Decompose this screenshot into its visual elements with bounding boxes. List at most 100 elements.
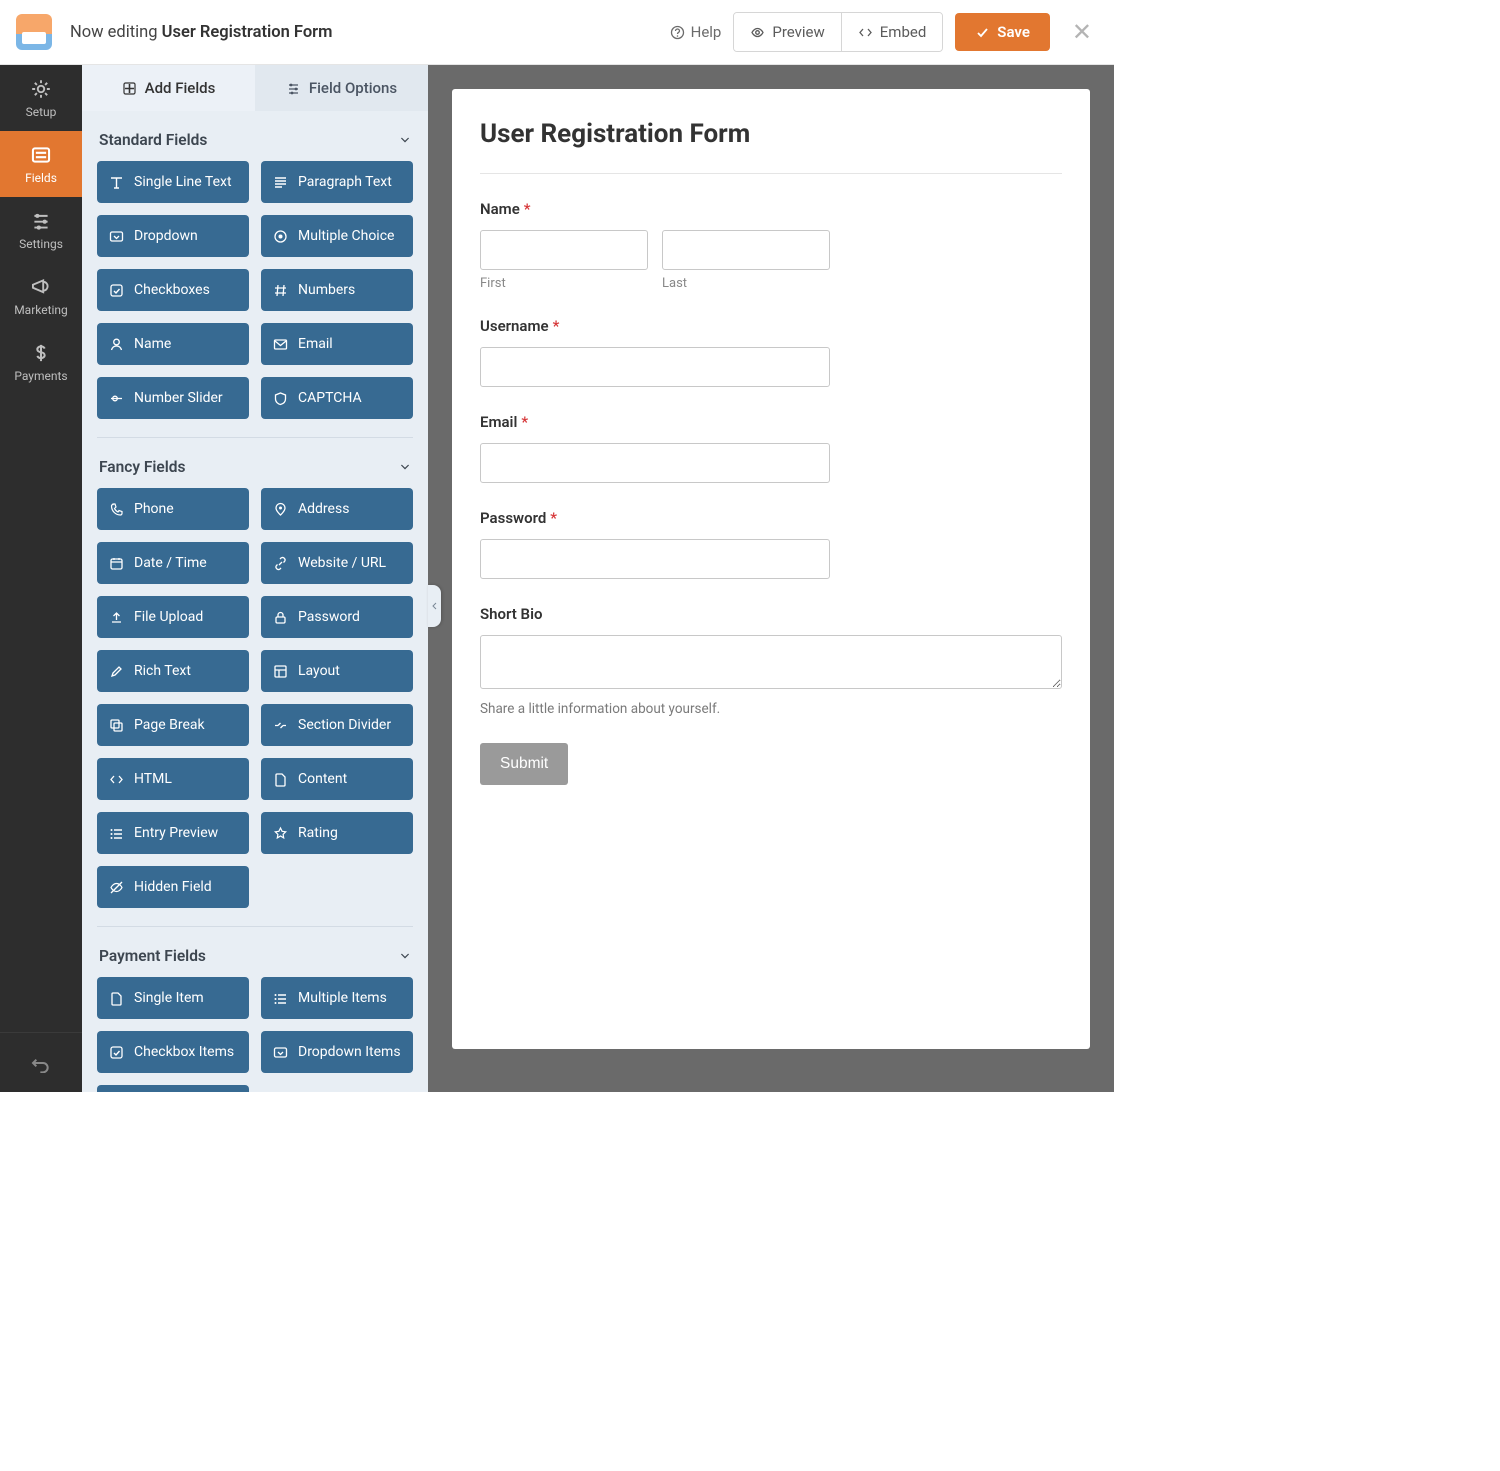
field-button-label: Paragraph Text — [298, 174, 392, 190]
code-icon — [109, 772, 124, 787]
field-email[interactable]: Email* — [480, 413, 1062, 483]
field-button-website-url[interactable]: Website / URL — [261, 542, 413, 584]
embed-button[interactable]: Embed — [841, 13, 943, 51]
section-standard-header[interactable]: Standard Fields — [97, 125, 413, 161]
section-payment: Payment Fields Single Item Multiple Items… — [97, 941, 413, 1092]
field-button-total[interactable]: Total — [97, 1085, 249, 1092]
dd-icon — [273, 1045, 288, 1060]
field-button-checkboxes[interactable]: Checkboxes — [97, 269, 249, 311]
pin-icon — [273, 502, 288, 517]
field-button-name[interactable]: Name — [97, 323, 249, 365]
field-button-label: Multiple Items — [298, 990, 387, 1006]
label-password: Password* — [480, 509, 1062, 527]
field-button-dropdown[interactable]: Dropdown — [97, 215, 249, 257]
field-button-section-divider[interactable]: Section Divider — [261, 704, 413, 746]
form-canvas: User Registration Form Name* First Last — [428, 65, 1114, 1092]
input-last-name[interactable] — [662, 230, 830, 270]
preview-button[interactable]: Preview — [734, 13, 840, 51]
nav-setup[interactable]: Setup — [0, 65, 82, 131]
field-button-label: Rating — [298, 825, 338, 841]
chevron-down-icon — [399, 461, 411, 473]
field-button-entry-preview[interactable]: Entry Preview — [97, 812, 249, 854]
nav-marketing[interactable]: Marketing — [0, 263, 82, 329]
field-bio[interactable]: Short Bio Share a little information abo… — [480, 605, 1062, 717]
field-button-phone[interactable]: Phone — [97, 488, 249, 530]
close-button[interactable]: ✕ — [1062, 18, 1102, 46]
section-standard: Standard Fields Single Line Text Paragrap… — [97, 125, 413, 419]
input-first-name[interactable] — [480, 230, 648, 270]
field-name[interactable]: Name* First Last — [480, 200, 1062, 291]
input-email[interactable] — [480, 443, 830, 483]
field-button-password[interactable]: Password — [261, 596, 413, 638]
field-password[interactable]: Password* — [480, 509, 1062, 579]
form-title: User Registration Form — [480, 119, 1062, 174]
field-button-rich-text[interactable]: Rich Text — [97, 650, 249, 692]
field-button-label: Dropdown Items — [298, 1044, 401, 1060]
list-icon — [273, 991, 288, 1006]
app-logo — [16, 14, 52, 50]
field-button-single-line-text[interactable]: Single Line Text — [97, 161, 249, 203]
field-button-hidden-field[interactable]: Hidden Field — [97, 866, 249, 908]
field-button-label: File Upload — [134, 609, 203, 625]
field-button-label: Date / Time — [134, 555, 207, 571]
eyeoff-icon — [109, 880, 124, 895]
panel-collapse-toggle[interactable] — [428, 585, 441, 627]
field-button-label: Single Item — [134, 990, 204, 1006]
sliders-icon — [286, 81, 301, 96]
nav-history[interactable] — [0, 1032, 82, 1092]
field-button-captcha[interactable]: CAPTCHA — [261, 377, 413, 419]
field-button-address[interactable]: Address — [261, 488, 413, 530]
field-button-single-item[interactable]: Single Item — [97, 977, 249, 1019]
field-button-content[interactable]: Content — [261, 758, 413, 800]
plus-box-icon — [122, 81, 137, 96]
field-button-label: CAPTCHA — [298, 390, 362, 406]
field-button-checkbox-items[interactable]: Checkbox Items — [97, 1031, 249, 1073]
label-username: Username* — [480, 317, 1062, 335]
section-fancy-header[interactable]: Fancy Fields — [97, 452, 413, 488]
field-button-email[interactable]: Email — [261, 323, 413, 365]
phone-icon — [109, 502, 124, 517]
field-button-label: Name — [134, 336, 171, 352]
field-button-multiple-choice[interactable]: Multiple Choice — [261, 215, 413, 257]
field-button-label: Single Line Text — [134, 174, 232, 190]
field-button-label: Content — [298, 771, 347, 787]
form-icon — [30, 144, 52, 166]
nav-payments[interactable]: Payments — [0, 329, 82, 395]
field-button-file-upload[interactable]: File Upload — [97, 596, 249, 638]
field-button-html[interactable]: HTML — [97, 758, 249, 800]
input-bio[interactable] — [480, 635, 1062, 689]
field-button-multiple-items[interactable]: Multiple Items — [261, 977, 413, 1019]
field-button-layout[interactable]: Layout — [261, 650, 413, 692]
input-username[interactable] — [480, 347, 830, 387]
submit-button[interactable]: Submit — [480, 743, 568, 785]
form-name: User Registration Form — [162, 23, 333, 42]
eye-icon — [750, 25, 765, 40]
hash-icon — [273, 283, 288, 298]
field-button-paragraph-text[interactable]: Paragraph Text — [261, 161, 413, 203]
field-username[interactable]: Username* — [480, 317, 1062, 387]
user-icon — [109, 337, 124, 352]
field-button-number-slider[interactable]: Number Slider — [97, 377, 249, 419]
chevron-down-icon — [399, 134, 411, 146]
field-button-dropdown-items[interactable]: Dropdown Items — [261, 1031, 413, 1073]
bio-help-text: Share a little information about yoursel… — [480, 701, 1062, 717]
section-fancy: Fancy Fields Phone Address Date / Time Webs… — [97, 452, 413, 908]
nav-fields[interactable]: Fields — [0, 131, 82, 197]
save-button[interactable]: Save — [955, 13, 1050, 51]
sublabel-last: Last — [662, 276, 830, 291]
code-icon — [858, 25, 873, 40]
field-button-numbers[interactable]: Numbers — [261, 269, 413, 311]
chevron-down-icon — [399, 950, 411, 962]
field-button-page-break[interactable]: Page Break — [97, 704, 249, 746]
tab-add-fields[interactable]: Add Fields — [82, 65, 255, 111]
link-icon — [273, 556, 288, 571]
divider-icon — [273, 718, 288, 733]
help-link[interactable]: Help — [670, 23, 722, 41]
input-password[interactable] — [480, 539, 830, 579]
tab-field-options[interactable]: Field Options — [255, 65, 428, 111]
field-button-rating[interactable]: Rating — [261, 812, 413, 854]
field-button-label: Checkbox Items — [134, 1044, 234, 1060]
section-payment-header[interactable]: Payment Fields — [97, 941, 413, 977]
nav-settings[interactable]: Settings — [0, 197, 82, 263]
field-button-date-time[interactable]: Date / Time — [97, 542, 249, 584]
